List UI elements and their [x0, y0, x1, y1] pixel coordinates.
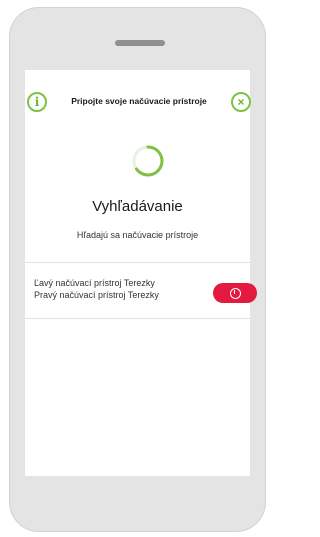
loading-spinner-icon [132, 145, 164, 177]
divider [25, 262, 250, 263]
page-title: Pripojte svoje načúvacie prístroje [71, 96, 207, 106]
right-device-label: Pravý načúvací prístroj Terezky [34, 290, 159, 300]
pair-button[interactable] [213, 283, 257, 303]
device-list: Ľavý načúvací prístroj Terezky Pravý nač… [34, 277, 159, 301]
info-icon[interactable]: i [27, 92, 47, 112]
screen: i Pripojte svoje načúvacie prístroje × V… [25, 70, 257, 476]
close-icon[interactable]: × [231, 92, 251, 112]
power-icon [229, 287, 241, 299]
search-title: Vyhľadávanie [92, 198, 183, 215]
divider [25, 318, 250, 319]
phone-speaker [115, 40, 165, 46]
left-device-label: Ľavý načúvací prístroj Terezky [34, 278, 155, 288]
search-subtitle: Hľadajú sa načúvacie prístroje [76, 230, 199, 240]
header: i Pripojte svoje načúvacie prístroje × [25, 92, 251, 116]
phone-frame: i Pripojte svoje načúvacie prístroje × V… [9, 7, 266, 532]
